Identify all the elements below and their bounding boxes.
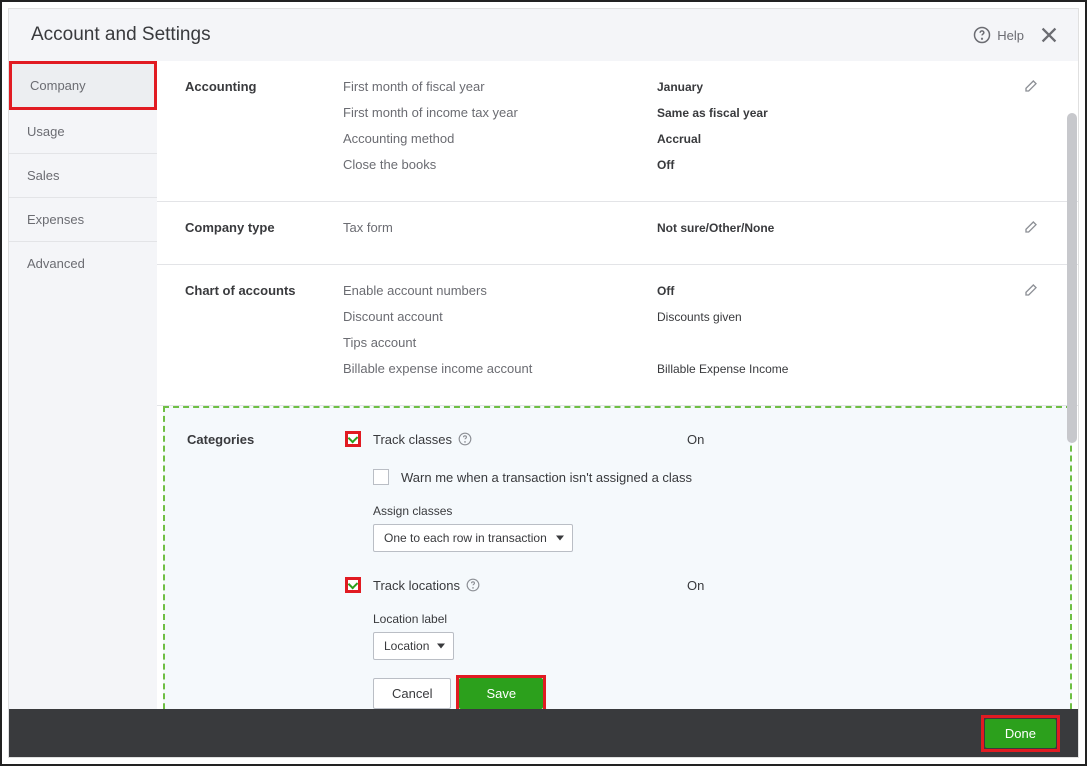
help-tooltip-icon[interactable] [458, 432, 472, 446]
scrollbar-thumb[interactable] [1067, 113, 1077, 443]
pencil-icon[interactable] [1022, 283, 1038, 299]
pencil-icon[interactable] [1022, 79, 1038, 95]
done-button[interactable]: Done [985, 719, 1056, 748]
section-title: Accounting [185, 79, 343, 94]
field-label: Accounting method [343, 131, 657, 146]
help-icon [973, 26, 991, 44]
track-classes-checkbox[interactable] [345, 431, 361, 447]
assign-classes-label: Assign classes [373, 504, 1048, 518]
section-chart-accounts: Chart of accounts Enable account numbers… [157, 265, 1078, 406]
field-label: Tax form [343, 220, 657, 235]
cancel-button[interactable]: Cancel [373, 678, 451, 709]
help-label: Help [997, 28, 1024, 43]
close-icon[interactable] [1038, 24, 1060, 46]
field-value: Off [657, 158, 674, 172]
track-classes-value: On [687, 432, 704, 447]
sidebar-item-sales[interactable]: Sales [9, 154, 157, 198]
modal-header: Account and Settings Help [9, 9, 1078, 61]
field-label: First month of fiscal year [343, 79, 657, 94]
sidebar-item-usage[interactable]: Usage [9, 110, 157, 154]
field-value: Off [657, 284, 674, 298]
field-value: January [657, 80, 703, 94]
track-locations-value: On [687, 578, 704, 593]
help-tooltip-icon[interactable] [466, 578, 480, 592]
sidebar-label: Sales [27, 168, 60, 183]
footer-bar: Done [9, 709, 1078, 757]
sidebar-item-advanced[interactable]: Advanced [9, 242, 157, 285]
sidebar-item-expenses[interactable]: Expenses [9, 198, 157, 242]
field-value: Billable Expense Income [657, 362, 788, 376]
pencil-icon[interactable] [1022, 220, 1038, 236]
sidebar-item-company[interactable]: Company [9, 61, 157, 110]
field-value: Not sure/Other/None [657, 221, 774, 235]
save-button[interactable]: Save [459, 678, 543, 709]
assign-classes-select[interactable]: One to each row in transaction [373, 524, 573, 552]
warn-checkbox[interactable] [373, 469, 389, 485]
content-area: Accounting First month of fiscal year Ja… [157, 61, 1078, 709]
chevron-down-icon [556, 536, 564, 541]
section-company-type: Company type Tax form Not sure/Other/Non… [157, 202, 1078, 265]
page-title: Account and Settings [31, 24, 973, 46]
field-label: Tips account [343, 335, 657, 350]
sidebar-label: Usage [27, 124, 65, 139]
sidebar-label: Company [30, 78, 86, 93]
sidebar: Company Usage Sales Expenses Advanced [9, 61, 157, 709]
warn-label: Warn me when a transaction isn't assigne… [401, 470, 692, 485]
chevron-down-icon [437, 644, 445, 649]
help-button[interactable]: Help [973, 26, 1024, 44]
field-label: Enable account numbers [343, 283, 657, 298]
section-title: Chart of accounts [185, 283, 343, 298]
field-value: Discounts given [657, 310, 742, 324]
sidebar-label: Advanced [27, 256, 85, 271]
track-locations-label: Track locations [373, 578, 480, 593]
field-label: Close the books [343, 157, 657, 172]
location-label-select[interactable]: Location [373, 632, 454, 660]
field-value: Accrual [657, 132, 701, 146]
section-title: Categories [187, 432, 345, 447]
field-label: Discount account [343, 309, 657, 324]
track-classes-label: Track classes [373, 432, 472, 447]
section-categories: Categories Track classes On Warn me when… [163, 406, 1072, 709]
sidebar-label: Expenses [27, 212, 84, 227]
section-title: Company type [185, 220, 343, 235]
select-value: Location [384, 639, 429, 653]
select-value: One to each row in transaction [384, 531, 547, 545]
field-label: Billable expense income account [343, 361, 657, 376]
field-label: First month of income tax year [343, 105, 657, 120]
location-label-label: Location label [373, 612, 1048, 626]
track-locations-checkbox[interactable] [345, 577, 361, 593]
field-value: Same as fiscal year [657, 106, 768, 120]
section-accounting: Accounting First month of fiscal year Ja… [157, 61, 1078, 202]
